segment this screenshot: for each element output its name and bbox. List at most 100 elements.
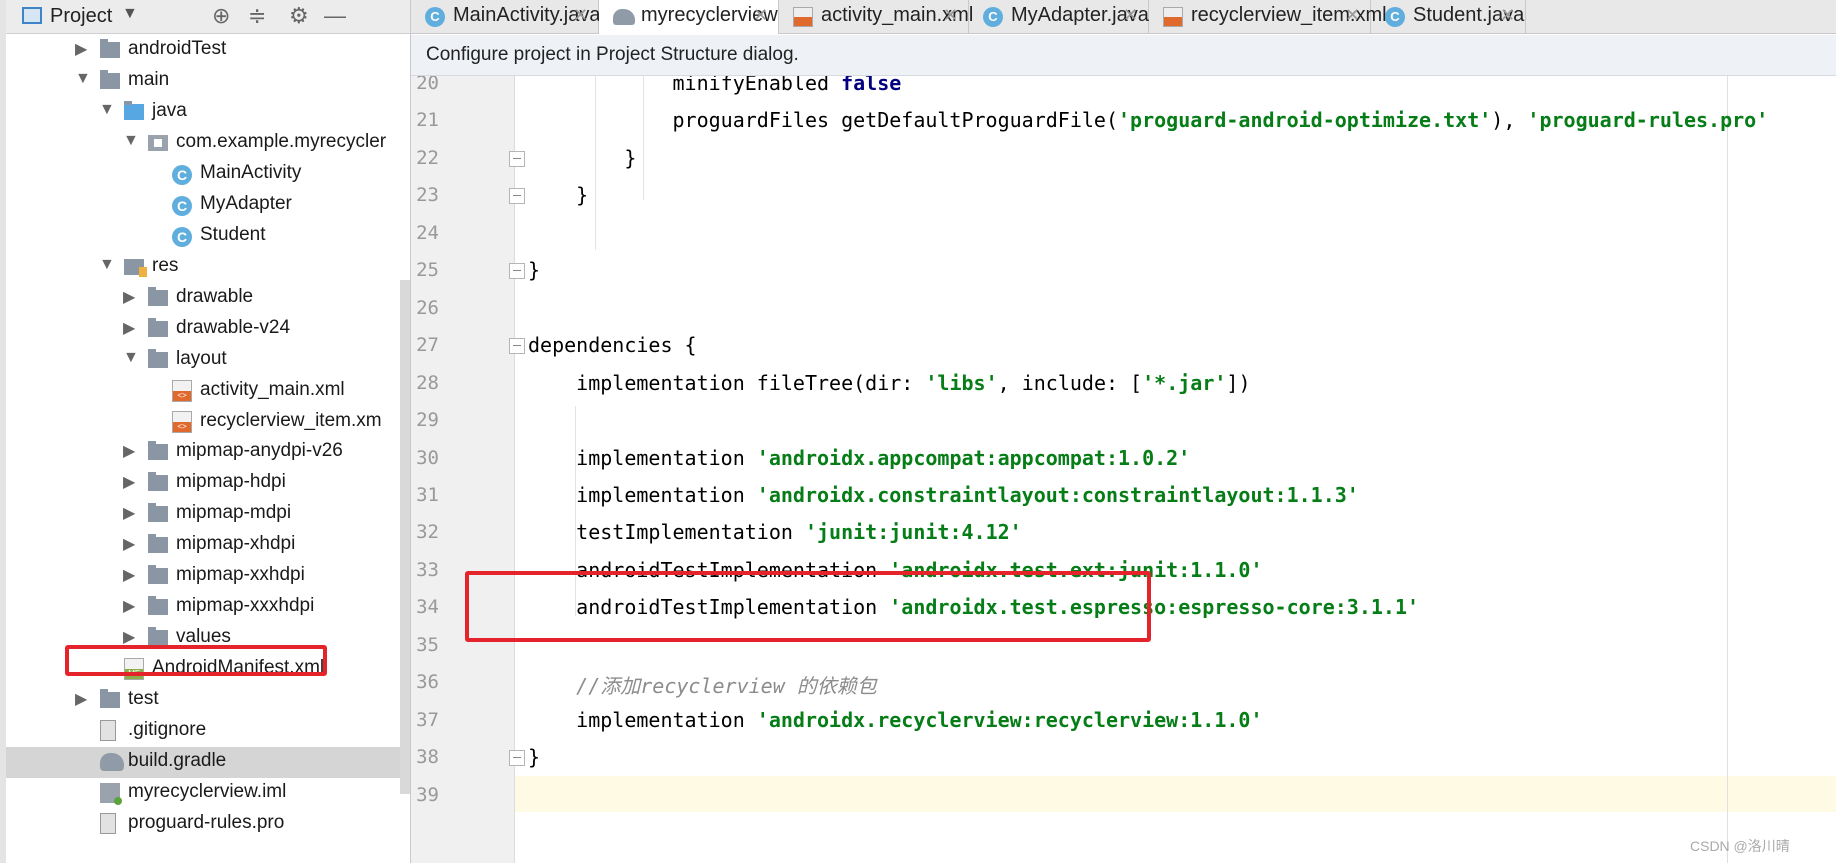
tree-item[interactable]: C MyAdapter — [6, 190, 410, 221]
collapse-arrow-icon[interactable]: ▶ — [123, 596, 135, 616]
code-token: } — [528, 258, 541, 283]
code-line: implementation fileTree(dir: 'libs', inc… — [528, 371, 1250, 395]
close-icon[interactable]: ✕ — [753, 5, 768, 26]
line-number: 38 — [416, 746, 439, 769]
res-folder-icon — [124, 258, 147, 277]
minimize-icon[interactable]: — — [324, 3, 346, 29]
collapse-arrow-icon[interactable]: ▶ — [123, 534, 135, 554]
tree-item[interactable]: ▶ mipmap-xxhdpi — [6, 561, 410, 592]
editor-tab[interactable]: activity_main.xml ✕ — [779, 0, 973, 33]
close-icon[interactable]: ✕ — [1345, 5, 1360, 26]
line-number: 22 — [416, 146, 439, 169]
tree-item-label: layout — [176, 347, 227, 369]
collapse-arrow-icon[interactable]: ▶ — [123, 503, 135, 523]
expand-arrow-icon[interactable]: ▼ — [99, 101, 115, 119]
close-icon[interactable]: ✕ — [1123, 5, 1138, 26]
project-view-selector[interactable]: Project — [50, 5, 112, 28]
tree-item-label: myrecyclerview.iml — [128, 781, 287, 803]
editor-tab[interactable]: C MyAdapter.java ✕ — [969, 0, 1149, 33]
tree-item[interactable]: C MainActivity — [6, 159, 410, 190]
tree-item[interactable]: ▼ com.example.myrecycler — [6, 128, 410, 159]
collapse-all-icon[interactable]: ≑ — [248, 3, 266, 29]
tree-item[interactable]: myrecyclerview.iml — [6, 778, 410, 809]
collapse-arrow-icon[interactable]: ▶ — [123, 287, 135, 307]
expand-arrow-icon[interactable]: ▼ — [99, 256, 115, 274]
code-token: implementation — [528, 482, 757, 507]
chevron-down-icon[interactable]: ▼ — [122, 5, 138, 23]
tree-item[interactable]: ▶ mipmap-xxxhdpi — [6, 592, 410, 623]
project-panel: Project ▼ ⊕ ≑ ⚙ — ▶ androidTest ▼ main ▼ java… — [6, 0, 411, 863]
editor-tab[interactable]: recyclerview_item.xml ✕ — [1149, 0, 1387, 33]
tree-scrollbar[interactable] — [400, 280, 410, 794]
tree-item[interactable]: ▶ mipmap-mdpi — [6, 499, 410, 530]
tree-item[interactable]: C Student — [6, 221, 410, 252]
tree-item-label: androidTest — [128, 38, 227, 59]
tree-item[interactable]: activity_main.xml — [6, 376, 410, 407]
tree-item[interactable]: proguard-rules.pro — [6, 809, 410, 840]
tree-item[interactable]: ▶ drawable-v24 — [6, 314, 410, 345]
editor-tab[interactable]: C MainActivity.java ✕ — [411, 0, 600, 33]
tree-item-label: com.example.myrecycler — [176, 130, 387, 152]
tree-item[interactable]: ▶ test — [6, 685, 410, 716]
string-literal: 'androidx.constraintlayout:constraintlay… — [756, 482, 1359, 507]
line-number: 32 — [416, 521, 439, 544]
expand-arrow-icon[interactable]: ▼ — [75, 70, 91, 88]
code-token: ), — [1491, 108, 1528, 133]
notification-banner[interactable]: Configure project in Project Structure d… — [411, 35, 1836, 76]
code-token: implementation — [528, 445, 757, 470]
close-icon[interactable]: ✕ — [943, 5, 958, 26]
tree-item[interactable]: ▶ mipmap-hdpi — [6, 468, 410, 499]
tree-item[interactable]: build.gradle — [6, 747, 410, 779]
gradle-icon — [613, 9, 635, 25]
folder-icon — [148, 627, 168, 647]
expand-arrow-icon[interactable]: ▼ — [123, 349, 139, 367]
tree-item[interactable]: ▶ androidTest — [6, 35, 410, 66]
tree-item[interactable]: ▶ drawable — [6, 283, 410, 314]
fold-marker-icon[interactable] — [509, 188, 525, 205]
gear-icon[interactable]: ⚙ — [289, 3, 309, 29]
code-token: } — [528, 183, 589, 208]
folder-icon — [148, 348, 168, 368]
tree-item[interactable]: ▶ mipmap-anydpi-v26 — [6, 437, 410, 468]
editor-tab[interactable]: myrecyclerview ✕ — [599, 0, 779, 34]
collapse-arrow-icon[interactable]: ▶ — [123, 318, 135, 338]
tree-item[interactable]: ▼ res — [6, 252, 410, 283]
code-line: implementation 'androidx.constraintlayou… — [528, 483, 1359, 507]
tree-item[interactable]: ▼ main — [6, 66, 410, 97]
code-line: } — [528, 183, 588, 207]
collapse-arrow-icon[interactable]: ▶ — [75, 39, 87, 59]
tree-item-label: drawable — [176, 285, 254, 307]
tree-item[interactable]: .gitignore — [6, 716, 410, 747]
fold-marker-icon[interactable] — [509, 263, 525, 280]
tree-item[interactable]: ▶ mipmap-xhdpi — [6, 530, 410, 561]
code-token: dependencies { — [528, 333, 697, 358]
xml-file-icon — [1163, 7, 1183, 27]
fold-marker-icon[interactable] — [509, 150, 525, 167]
tree-item[interactable]: ▼ java — [6, 97, 410, 128]
code-editor[interactable]: 20 minifyEnabled false 21 proguardFiles g… — [411, 76, 1836, 863]
locate-icon[interactable]: ⊕ — [212, 3, 230, 29]
tree-item[interactable]: ▼ layout — [6, 345, 410, 376]
code-line: } — [528, 146, 636, 170]
collapse-arrow-icon[interactable]: ▶ — [123, 565, 135, 585]
keyword: false — [841, 76, 902, 95]
fold-marker-icon[interactable] — [509, 338, 525, 355]
code-line: testImplementation 'junit:junit:4.12' — [528, 520, 1022, 544]
tree-item[interactable]: recyclerview_item.xm — [6, 407, 410, 438]
close-icon[interactable]: ✕ — [1500, 5, 1515, 26]
expand-arrow-icon[interactable]: ▼ — [123, 132, 139, 150]
class-icon: C — [425, 7, 445, 27]
fold-marker-icon[interactable] — [509, 750, 525, 767]
folder-icon — [148, 596, 168, 616]
collapse-arrow-icon[interactable]: ▶ — [123, 441, 135, 461]
editor-tab[interactable]: C Student.java ✕ — [1371, 0, 1526, 33]
collapse-arrow-icon[interactable]: ▶ — [75, 689, 87, 709]
code-line: dependencies { — [528, 333, 697, 357]
collapse-arrow-icon[interactable]: ▶ — [123, 472, 135, 492]
close-icon[interactable]: ✕ — [573, 5, 588, 26]
code-token: testImplementation — [528, 520, 805, 545]
tree-item-label: MainActivity — [200, 161, 302, 183]
iml-file-icon — [100, 783, 122, 806]
code-token: } — [528, 745, 541, 770]
code-line: } — [528, 745, 540, 769]
